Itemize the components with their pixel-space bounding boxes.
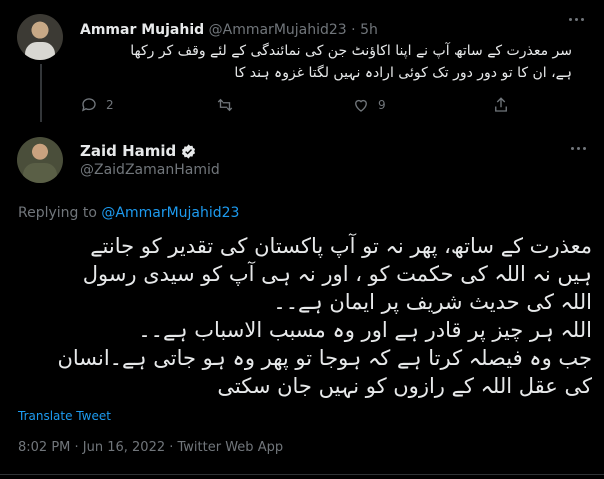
reply-text: سر معذرت کے ساتھ آپ نے اپنا اکاؤنٹ جن کی…	[72, 40, 572, 84]
more-dots-icon[interactable]	[569, 18, 584, 21]
heart-icon	[355, 99, 367, 112]
avatar[interactable]	[17, 14, 63, 60]
reply-author-name[interactable]: Ammar Mujahid	[80, 22, 204, 38]
tweet-text-line: معذرت کے ساتھ، پھر نہ تو آپ پاکستان کی ت…	[90, 234, 592, 258]
main-tweet-text: معذرت کے ساتھ، پھر نہ تو آپ پاکستان کی ت…	[18, 232, 592, 400]
more-dots-icon[interactable]	[571, 147, 586, 150]
share-icon	[495, 97, 507, 112]
reply-text-line: ہے، ان کا تو دور دور تک کوئی ارادہ نہیں …	[234, 65, 572, 81]
reply-text-line: سر معذرت کے ساتھ آپ نے اپنا اکاؤنٹ جن کی…	[130, 43, 572, 59]
tweet-text-line: کی عقل اللہ کے رازوں کو نہیں جان سکتی	[217, 374, 592, 398]
tweet-text-line: اللہ ہر چیز پر قادر ہے اور وہ مسبب الاسب…	[138, 318, 592, 342]
replying-prefix: Replying to	[18, 205, 102, 221]
separator: ·	[346, 22, 361, 38]
verified-badge-icon	[182, 143, 196, 159]
tweet-text-line: اللہ کی حدیث شریف پر ایمان ہے۔۔	[273, 290, 592, 314]
replying-handle-link[interactable]: @AmmarMujahid23	[101, 205, 239, 221]
tweet-text-line: ہیں نہ اللہ کی حکمت کو ، اور نہ ہی آپ کو…	[82, 262, 592, 286]
tweet-timestamp[interactable]: 8:02 PM · Jun 16, 2022 · Twitter Web App	[18, 440, 283, 455]
reply-tweet[interactable]: Ammar Mujahid @AmmarMujahid23 · 5h سر مع…	[0, 0, 604, 125]
retweet-action[interactable]	[216, 96, 234, 114]
reply-time[interactable]: 5h	[360, 22, 378, 38]
avatar[interactable]	[17, 137, 63, 183]
thread-line	[40, 64, 42, 122]
reply-action[interactable]: 2	[80, 96, 114, 114]
retweet-icon	[217, 98, 233, 112]
reply-author-line: Ammar Mujahid @AmmarMujahid23 · 5h	[80, 22, 378, 38]
translate-tweet-link[interactable]: Translate Tweet	[18, 409, 111, 423]
like-count: 9	[378, 98, 386, 112]
divider	[0, 474, 604, 475]
reply-count: 2	[106, 98, 114, 112]
tweet-text-line: جب وہ فیصلہ کرتا ہے کہ ہوجا تو پھر وہ ہو…	[57, 346, 592, 370]
main-author-handle[interactable]: @ZaidZamanHamid	[80, 162, 220, 178]
replying-to: Replying to @AmmarMujahid23	[18, 205, 239, 221]
speech-bubble-icon	[81, 98, 96, 112]
main-author-name-row: Zaid Hamid	[80, 142, 197, 160]
share-action[interactable]	[492, 96, 510, 114]
like-action[interactable]: 9	[352, 96, 386, 114]
reply-author-handle[interactable]: @AmmarMujahid23	[209, 22, 347, 38]
main-author-name[interactable]: Zaid Hamid	[80, 142, 176, 160]
